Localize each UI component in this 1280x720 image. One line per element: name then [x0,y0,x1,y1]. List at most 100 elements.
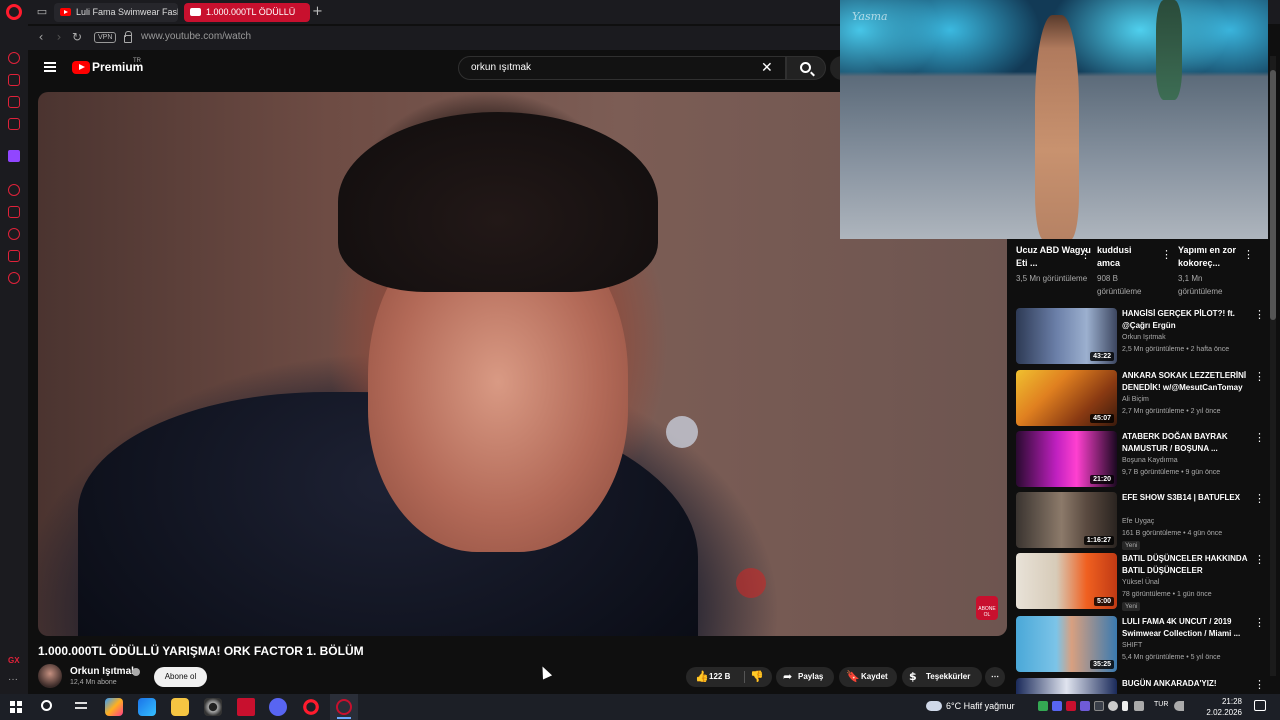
video-thumbnail[interactable]: 5:00 [1016,553,1117,609]
rec-more-icon[interactable]: ⋮ [1254,431,1265,444]
tray-discord-icon[interactable] [1052,701,1062,711]
rec-more-icon[interactable]: ⋮ [1254,370,1265,383]
notification-center-icon[interactable] [1254,700,1266,711]
rec-channel[interactable]: Orkun Işıtmak [1122,334,1166,341]
cleaner-icon[interactable] [8,184,20,196]
youtube-logo-icon[interactable] [72,61,90,74]
tray-volume-icon[interactable] [1174,701,1184,711]
save-button[interactable]: 🔖 Kaydet [839,667,897,687]
rec-channel[interactable]: Boşuna Kaydırma [1122,457,1178,464]
video-thumbnail[interactable]: 1:16:27 [1016,492,1117,548]
rec-title[interactable]: BATIL DÜŞÜNCELER HAKKINDA BATIL DÜŞÜNCEL… [1122,553,1248,577]
rec-channel[interactable]: SHIFT [1122,642,1142,649]
channel-avatar[interactable] [38,664,62,688]
rec-more-icon[interactable]: ⋮ [1254,492,1265,505]
player-icon[interactable] [8,118,20,130]
tab-active-video[interactable]: 1.000.000TL ÖDÜLLÜ [184,3,310,22]
rec-channel[interactable]: Ali Biçim [1122,396,1149,403]
rec-channel[interactable]: Yüksel Ünal [1122,579,1159,586]
settings-icon[interactable] [8,272,20,284]
vpn-badge[interactable]: VPN [94,32,117,43]
list-item[interactable]: 21:20 ATABERK DOĞAN BAYRAK NAMUSTUR / BO… [1016,431,1266,489]
tray-app-icon[interactable] [1038,701,1048,711]
scrollbar-thumb[interactable] [1270,70,1276,320]
thanks-button[interactable]: $ Teşekkürler [902,667,982,687]
twitch-icon[interactable] [8,150,20,162]
extensions-icon[interactable] [8,250,20,262]
video-editor-icon[interactable] [237,698,255,716]
rec-title[interactable]: LULI FAMA 4K UNCUT / 2019 Swimwear Colle… [1122,616,1248,640]
list-item[interactable]: 1:16:27 EFE SHOW S3B14 | BATUFLEX Efe Uy… [1016,492,1266,550]
lock-icon[interactable] [124,31,132,43]
search-input[interactable]: orkun ışıtmak ✕ [458,56,786,80]
more-actions-button[interactable]: ⋯ [985,667,1005,687]
url-field[interactable]: www.youtube.com/watch [141,31,251,42]
reload-icon[interactable]: ↻ [70,30,84,44]
tray-mic-icon[interactable] [1122,701,1128,711]
list-item[interactable]: BUGÜN ANKARADA'YIZ! ⋮ [1016,678,1266,694]
shorts-card[interactable]: Yapımı en zor kokoreç... 3,1 Mn görüntül… [1178,244,1244,298]
rec-title[interactable]: ATABERK DOĞAN BAYRAK NAMUSTUR / BOŞUNA .… [1122,431,1248,455]
tray-app-icon[interactable] [1066,701,1076,711]
rec-title[interactable]: EFE SHOW S3B14 | BATUFLEX [1122,492,1248,504]
video-thumbnail[interactable]: 35:25 [1016,616,1117,672]
dislike-icon[interactable]: 👎 [750,670,764,684]
list-item[interactable]: 5:00 BATIL DÜŞÜNCELER HAKKINDA BATIL DÜŞ… [1016,553,1266,611]
file-explorer-icon[interactable] [171,698,189,716]
weather-text[interactable]: 6°C Hafif yağmur [946,701,1015,711]
share-button[interactable]: ➦ Paylaş [776,667,834,687]
short-more-icon[interactable]: ⋮ [1243,248,1254,261]
tray-app-icon[interactable] [1094,701,1104,711]
rec-more-icon[interactable]: ⋮ [1254,553,1265,566]
tray-app-icon[interactable] [1108,701,1118,711]
tray-network-icon[interactable] [1134,701,1144,711]
rec-channel[interactable]: Efe Uygaç [1122,518,1154,525]
rec-title[interactable]: HANGİSİ GERÇEK PİLOT?! ft. @Çağrı Ergün [1122,308,1248,332]
list-item[interactable]: 43:22 HANGİSİ GERÇEK PİLOT?! ft. @Çağrı … [1016,308,1266,366]
bookmark-icon[interactable] [8,206,20,218]
channel-name[interactable]: Orkun Işıtmak [70,666,137,677]
input-language[interactable]: TUR [1154,701,1168,708]
list-item[interactable]: 45:07 ANKARA SOKAK LEZZETLERİNİ DENEDİK!… [1016,370,1266,428]
aria-icon[interactable] [8,52,20,64]
new-tab-button[interactable]: + [312,4,323,19]
rec-more-icon[interactable]: ⋮ [1254,308,1265,321]
tab-luli-fama[interactable]: Luli Fama Swimwear Fashi [54,3,178,22]
opera-taskbar-icon[interactable] [302,698,320,716]
subscribe-button[interactable]: Abone ol [154,667,207,687]
windows-start-icon[interactable] [10,701,22,713]
list-item[interactable]: 35:25 LULI FAMA 4K UNCUT / 2019 Swimwear… [1016,616,1266,674]
edge-icon[interactable] [138,698,156,716]
gx-icon[interactable]: GX [8,656,20,665]
video-thumbnail[interactable]: 45:07 [1016,370,1117,426]
short-more-icon[interactable]: ⋮ [1161,248,1172,261]
clear-search-icon[interactable]: ✕ [761,60,773,76]
task-view-icon[interactable] [72,698,90,716]
rec-title[interactable]: BUGÜN ANKARADA'YIZ! [1122,678,1248,690]
discord-icon[interactable] [269,698,287,716]
like-icon[interactable]: 👍 [695,670,709,684]
opera-logo-icon[interactable] [6,4,22,20]
forward-icon[interactable]: › [52,30,66,44]
weather-cloud-icon[interactable] [926,701,942,711]
history-icon[interactable] [8,228,20,240]
like-count[interactable]: 122 B [709,667,730,687]
menu-icon[interactable] [44,62,56,72]
more-dots-icon[interactable]: ··· [8,674,18,685]
copilot-icon[interactable] [105,698,123,716]
messenger-icon[interactable] [8,96,20,108]
rec-more-icon[interactable]: ⋮ [1254,616,1265,629]
tray-app-icon[interactable] [1080,701,1090,711]
shorts-card[interactable]: kuddusi amca 908 B görüntüleme [1097,244,1157,298]
shopping-icon[interactable] [8,74,20,86]
back-icon[interactable]: ‹ [34,30,48,44]
picture-in-picture-player[interactable]: Yasma [840,0,1268,239]
subscribe-watermark-badge[interactable]: ABONE OL [976,596,998,620]
search-button[interactable] [786,56,826,80]
video-thumbnail[interactable] [1016,678,1117,694]
taskbar-search-icon[interactable] [41,700,52,711]
tab-islands-icon[interactable]: ▭ [34,4,50,20]
short-more-icon[interactable]: ⋮ [1080,248,1091,261]
system-clock[interactable]: 21:28 2.02.2026 [1196,696,1242,718]
rec-title[interactable]: ANKARA SOKAK LEZZETLERİNİ DENEDİK! w/@Me… [1122,370,1248,394]
